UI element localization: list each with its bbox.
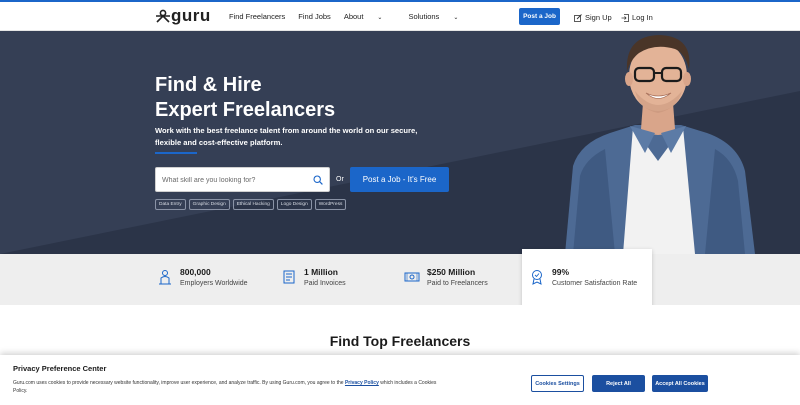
nav-solutions-label: Solutions — [408, 12, 440, 21]
edit-icon — [574, 13, 582, 22]
skill-search-input[interactable] — [162, 173, 307, 187]
stat-invoices-value: 1 Million — [304, 267, 338, 277]
cookie-text-before: Guru.com uses cookies to provide necessa… — [13, 380, 345, 386]
log-in-label: Log In — [632, 13, 653, 22]
privacy-policy-link[interactable]: Privacy Policy — [345, 380, 379, 386]
stat-employers: 800,000 Employers Worldwide — [157, 267, 248, 289]
stats-band: 800,000 Employers Worldwide 1 Million Pa… — [0, 254, 800, 305]
hero-person-photo — [565, 35, 755, 254]
post-job-button[interactable]: Post a Job — [519, 8, 560, 25]
employers-icon — [159, 270, 171, 285]
tag-ethical-hacking[interactable]: Ethical Hacking — [232, 199, 274, 210]
sign-up-link[interactable]: Sign Up — [574, 13, 612, 22]
hero-title-line2: Expert Freelancers — [155, 99, 336, 121]
skill-search-box — [155, 167, 330, 192]
login-icon — [621, 13, 629, 22]
stat-invoices-label: Paid Invoices — [304, 280, 346, 287]
cookies-settings-button[interactable]: Cookies Settings — [531, 375, 584, 392]
stat-invoices: 1 Million Paid Invoices — [281, 267, 346, 289]
hero-subtitle: Work with the best freelance talent from… — [155, 126, 418, 147]
tag-wordpress[interactable]: WordPress — [314, 199, 347, 210]
nav-find-jobs[interactable]: Find Jobs — [298, 12, 331, 21]
logo-text: guru — [171, 6, 211, 25]
tag-graphic-design[interactable]: Graphic Design — [188, 199, 230, 210]
stat-employers-value: 800,000 — [180, 267, 211, 277]
nav-solutions[interactable]: Solutions ⌄ — [408, 12, 471, 21]
sign-up-label: Sign Up — [585, 13, 612, 22]
site-header: guru Find Freelancers Find Jobs About ⌄ S… — [0, 2, 800, 31]
popular-skill-tags: Data Entry Graphic Design Ethical Hackin… — [155, 199, 347, 210]
stat-satisfaction-label: Customer Satisfaction Rate — [552, 280, 638, 287]
award-icon — [532, 270, 542, 285]
cookie-text: Guru.com uses cookies to provide necessa… — [13, 379, 443, 395]
stat-paid: $250 Million Paid to Freelancers — [404, 267, 488, 289]
stat-employers-label: Employers Worldwide — [180, 280, 248, 287]
nav-about-label: About — [343, 12, 364, 21]
log-in-link[interactable]: Log In — [621, 13, 653, 22]
chevron-down-icon: ⌄ — [377, 15, 383, 21]
guru-logo-icon — [156, 9, 170, 23]
money-icon — [404, 272, 420, 282]
nav-find-freelancers[interactable]: Find Freelancers — [229, 12, 285, 21]
stat-satisfaction-value: 99% — [552, 267, 570, 277]
tag-logo-design[interactable]: Logo Design — [276, 199, 312, 210]
stat-paid-value: $250 Million — [427, 267, 476, 277]
reject-all-button[interactable]: Reject All — [592, 375, 645, 392]
chevron-down-icon: ⌄ — [453, 15, 459, 21]
satisfaction-card: 99% Customer Satisfaction Rate — [522, 249, 652, 309]
post-job-free-button[interactable]: Post a Job - It's Free — [350, 167, 449, 192]
stat-satisfaction: 99% Customer Satisfaction Rate — [529, 267, 637, 289]
hero-title-line1: Find & Hire — [155, 74, 262, 96]
stat-paid-label: Paid to Freelancers — [427, 280, 488, 287]
cookie-title: Privacy Preference Center — [13, 364, 107, 373]
tag-data-entry[interactable]: Data Entry — [155, 199, 186, 210]
invoice-icon — [283, 270, 295, 284]
guru-logo[interactable]: guru — [155, 6, 211, 25]
accept-all-cookies-button[interactable]: Accept All Cookies — [652, 375, 708, 392]
search-icon[interactable] — [313, 175, 323, 185]
nav-about[interactable]: About ⌄ — [344, 12, 396, 21]
hero-section: Find & Hire Expert Freelancers Work with… — [0, 31, 800, 254]
section-title: Find Top Freelancers — [329, 333, 471, 349]
cookie-banner: Privacy Preference Center Guru.com uses … — [0, 355, 800, 405]
main-nav: Find Freelancers Find Jobs About ⌄ Soluti… — [229, 12, 484, 21]
hero-divider — [155, 152, 197, 154]
hero-title: Find & Hire Expert Freelancers — [155, 73, 335, 123]
or-text: Or — [336, 176, 344, 183]
